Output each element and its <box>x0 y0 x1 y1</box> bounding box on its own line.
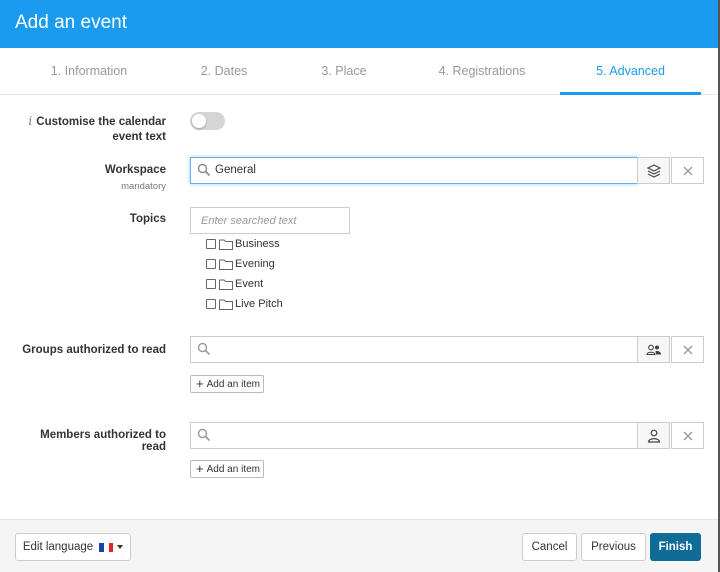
topic-item-event[interactable]: Event <box>206 276 263 292</box>
tab-registrations[interactable]: 4. Registrations <box>404 48 560 95</box>
members-search-input[interactable] <box>190 422 638 449</box>
workspace-label: Workspace <box>104 164 166 176</box>
finish-button[interactable]: Finish <box>650 533 701 561</box>
topic-label: Business <box>235 238 280 250</box>
folder-icon <box>219 299 233 310</box>
topic-checkbox[interactable] <box>206 299 216 309</box>
folder-icon <box>219 279 233 290</box>
workspace-mandatory: mandatory <box>121 181 166 192</box>
wizard-tabs: 1. Information 2. Dates 3. Place 4. Regi… <box>0 48 718 95</box>
workspace-input[interactable]: General <box>190 157 638 184</box>
modal-footer: Edit language Cancel Previous Finish <box>0 519 718 572</box>
workspace-clear-button[interactable] <box>671 157 704 184</box>
info-icon[interactable]: i <box>28 114 32 128</box>
members-clear-button[interactable] <box>671 422 704 449</box>
topic-label: Event <box>235 278 264 290</box>
members-picker-button[interactable] <box>637 422 670 449</box>
search-icon <box>197 163 211 177</box>
close-icon <box>683 345 692 354</box>
topic-item-evening[interactable]: Evening <box>206 256 275 272</box>
groups-search-input[interactable] <box>190 336 638 363</box>
cancel-button[interactable]: Cancel <box>522 533 577 561</box>
flag-fr-icon <box>99 542 114 552</box>
close-icon <box>683 431 692 440</box>
folder-icon <box>219 239 233 250</box>
members-label: Members authorized to read <box>40 429 166 453</box>
customise-toggle[interactable] <box>190 112 225 130</box>
search-icon <box>197 342 211 356</box>
workspace-value: General <box>215 164 256 176</box>
toggle-knob <box>192 114 206 128</box>
tab-place[interactable]: 3. Place <box>284 48 404 95</box>
modal-title: Add an event <box>15 12 127 33</box>
previous-button[interactable]: Previous <box>581 533 646 561</box>
groups-add-item-button[interactable]: + Add an item <box>190 375 264 393</box>
edit-language-label: Edit language <box>22 541 94 553</box>
topic-checkbox[interactable] <box>206 259 216 269</box>
topic-label: Evening <box>235 258 275 270</box>
folder-icon <box>219 259 233 270</box>
groups-clear-button[interactable] <box>671 336 704 363</box>
topic-checkbox[interactable] <box>206 239 216 249</box>
groups-picker-button[interactable] <box>637 336 670 363</box>
modal-header: Add an event <box>0 0 718 48</box>
tab-dates[interactable]: 2. Dates <box>164 48 284 95</box>
topics-label: Topics <box>129 213 166 225</box>
user-icon <box>647 429 660 443</box>
groups-label: Groups authorized to read <box>22 344 166 356</box>
group-icon <box>645 344 661 355</box>
edit-language-button[interactable]: Edit language <box>15 533 131 561</box>
customise-label-line1: Customise the calendar <box>36 116 166 128</box>
caret-down-icon <box>117 545 124 549</box>
add-item-label: Add an item <box>206 463 260 475</box>
plus-icon: + <box>196 461 204 476</box>
plus-icon: + <box>196 376 204 391</box>
topic-checkbox[interactable] <box>206 279 216 289</box>
workspace-tree-button[interactable] <box>637 157 670 184</box>
members-add-item-button[interactable]: + Add an item <box>190 460 264 478</box>
close-icon <box>683 166 692 175</box>
topic-item-business[interactable]: Business <box>206 236 280 252</box>
search-icon <box>197 428 211 442</box>
layers-icon <box>646 163 661 178</box>
topics-search[interactable] <box>190 207 350 234</box>
topic-label: Live Pitch <box>235 298 283 310</box>
tab-information[interactable]: 1. Information <box>14 48 164 95</box>
add-item-label: Add an item <box>206 378 260 390</box>
topics-search-input[interactable] <box>191 208 349 233</box>
tab-advanced[interactable]: 5. Advanced <box>560 48 701 95</box>
topic-item-live-pitch[interactable]: Live Pitch <box>206 296 283 312</box>
customise-label: i Customise the calendar event text <box>20 114 166 145</box>
customise-label-line2: event text <box>112 131 166 143</box>
